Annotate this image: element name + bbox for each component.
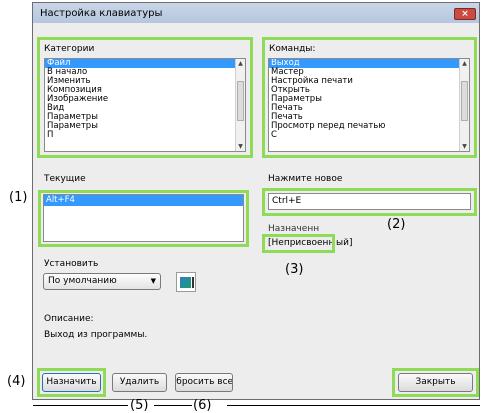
- categories-scrollbar[interactable]: ▲ ▼: [235, 59, 245, 151]
- new-shortcut-label: Нажмите новое: [268, 174, 343, 184]
- commands-label: Команды:: [269, 44, 316, 54]
- scroll-up-icon[interactable]: ▲: [236, 59, 245, 68]
- callout-5: (5): [130, 398, 149, 413]
- current-shortcuts-list[interactable]: Alt+F4: [43, 194, 244, 242]
- keyboard-map-icon-bar: [192, 277, 194, 288]
- scroll-thumb[interactable]: [237, 81, 244, 121]
- categories-list[interactable]: Файл В начало Изменить Композиция Изобра…: [44, 58, 246, 152]
- description-label: Описание:: [44, 314, 94, 324]
- list-item[interactable]: П: [45, 131, 245, 140]
- callout-line: [227, 405, 480, 406]
- callout-4: (4): [7, 374, 26, 389]
- callout-2: (2): [387, 217, 406, 232]
- new-shortcut-input[interactable]: Ctrl+E: [268, 193, 471, 210]
- scroll-down-icon[interactable]: ▼: [460, 142, 469, 151]
- list-item[interactable]: Изображение: [45, 95, 245, 104]
- list-item[interactable]: С: [269, 131, 469, 140]
- commands-list[interactable]: Выход Мастер Настройка печати Открыть Па…: [268, 58, 470, 152]
- categories-label: Категории: [44, 44, 95, 54]
- close-window-button[interactable]: ×: [454, 8, 476, 20]
- callout-6: (6): [193, 398, 212, 413]
- keyboard-map-icon-fill: [180, 277, 191, 288]
- scroll-thumb[interactable]: [461, 81, 468, 121]
- assigned-value-tail: ый]: [336, 238, 353, 248]
- close-button[interactable]: Закрыть: [398, 373, 473, 392]
- list-item[interactable]: Alt+F4: [44, 195, 243, 206]
- description-text: Выход из программы.: [44, 330, 148, 340]
- set-to-value: По умолчанию: [48, 276, 117, 286]
- commands-scrollbar[interactable]: ▲ ▼: [459, 59, 469, 151]
- assign-button[interactable]: Назначить: [42, 373, 101, 392]
- window-title: Настройка клавиатуры: [40, 8, 163, 19]
- keyboard-map-icon[interactable]: [176, 272, 196, 292]
- callout-3: (3): [285, 262, 304, 277]
- assigned-highlight: [262, 234, 335, 253]
- set-to-label: Установить: [44, 259, 99, 269]
- reset-all-button[interactable]: Сбросить все: [175, 373, 233, 392]
- remove-button[interactable]: Удалить: [112, 373, 167, 392]
- set-to-dropdown[interactable]: По умолчанию ▼: [43, 273, 161, 290]
- callout-line: [154, 405, 192, 406]
- chevron-down-icon: ▼: [150, 277, 156, 285]
- current-label: Текущие: [44, 174, 86, 184]
- scroll-down-icon[interactable]: ▼: [236, 142, 245, 151]
- assigned-label: Назначенн: [268, 224, 320, 234]
- list-item[interactable]: Просмотр перед печатью: [269, 122, 469, 131]
- list-item[interactable]: Параметры: [45, 122, 245, 131]
- callout-1: (1): [9, 190, 28, 205]
- callout-line: [33, 405, 128, 406]
- scroll-up-icon[interactable]: ▲: [460, 59, 469, 68]
